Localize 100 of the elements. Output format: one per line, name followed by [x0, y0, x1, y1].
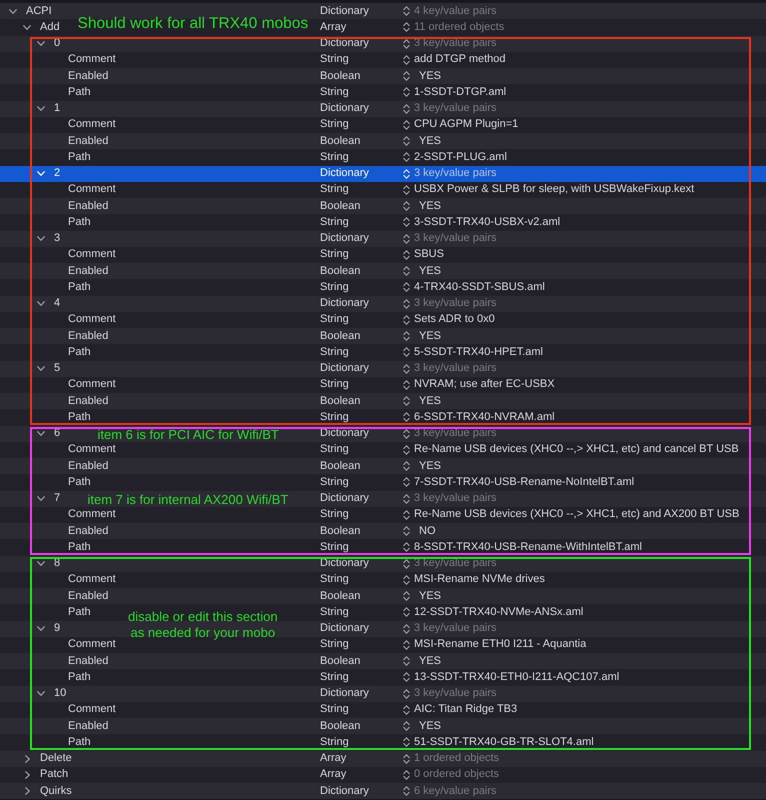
- stepper-icon[interactable]: [403, 607, 410, 618]
- tree-row[interactable]: [0, 474, 766, 490]
- stepper-icon[interactable]: [403, 380, 410, 390]
- tree-row[interactable]: [0, 588, 766, 604]
- stepper-icon[interactable]: [403, 104, 410, 114]
- value-text: 4-TRX40-SSDT-SBUS.aml: [414, 282, 545, 293]
- value-text: 6 key/value pairs: [414, 786, 497, 797]
- chevron-down-icon[interactable]: [37, 301, 45, 306]
- chevron-down-icon[interactable]: [37, 496, 45, 502]
- tree-row[interactable]: [0, 393, 766, 410]
- stepper-icon[interactable]: [403, 656, 410, 666]
- tree-row[interactable]: [0, 328, 766, 344]
- tree-row[interactable]: [0, 458, 766, 474]
- chevron-down-icon[interactable]: [37, 236, 45, 242]
- tree-row[interactable]: [0, 68, 766, 84]
- stepper-icon[interactable]: [403, 54, 410, 65]
- tree-row[interactable]: [0, 84, 766, 100]
- stepper-icon[interactable]: [403, 477, 410, 488]
- value-text: YES: [418, 330, 442, 342]
- tree-row[interactable]: [0, 149, 766, 166]
- tree-row[interactable]: [0, 263, 766, 280]
- stepper-icon[interactable]: [403, 688, 410, 699]
- tree-row[interactable]: [0, 718, 766, 734]
- stepper-icon[interactable]: [403, 120, 410, 130]
- chevron-down-icon[interactable]: [37, 691, 45, 696]
- stepper-icon[interactable]: [403, 266, 410, 276]
- chevron-down-icon[interactable]: [9, 8, 17, 14]
- stepper-icon[interactable]: [403, 786, 410, 796]
- tree-row[interactable]: [0, 490, 766, 507]
- stepper-icon[interactable]: [403, 184, 410, 195]
- chevron-down-icon[interactable]: [37, 561, 45, 566]
- chevron-down-icon[interactable]: [37, 626, 45, 632]
- chevron-right-icon[interactable]: [25, 787, 30, 796]
- stepper-icon[interactable]: [403, 704, 410, 715]
- tree-row[interactable]: [0, 523, 766, 540]
- stepper-icon[interactable]: [403, 624, 410, 634]
- stepper-icon[interactable]: [403, 234, 410, 244]
- tree-row[interactable]: [0, 702, 766, 718]
- tree-row[interactable]: [0, 604, 766, 620]
- tree-row[interactable]: [0, 506, 766, 523]
- stepper-icon[interactable]: [403, 542, 410, 552]
- stepper-icon[interactable]: [403, 510, 410, 520]
- tree-row[interactable]: [0, 442, 766, 458]
- stepper-icon[interactable]: [403, 152, 410, 162]
- stepper-icon[interactable]: [403, 331, 410, 342]
- stepper-icon[interactable]: [403, 87, 410, 98]
- tree-row[interactable]: [0, 246, 766, 263]
- stepper-icon[interactable]: [403, 217, 410, 228]
- stepper-icon[interactable]: [403, 6, 410, 16]
- stepper-icon[interactable]: [403, 38, 410, 49]
- stepper-icon[interactable]: [403, 298, 410, 309]
- key-label: Comment: [68, 444, 116, 456]
- stepper-icon[interactable]: [403, 737, 410, 748]
- tree-row[interactable]: [0, 376, 766, 393]
- stepper-icon[interactable]: [403, 640, 410, 650]
- stepper-icon[interactable]: [403, 250, 410, 260]
- tree-row[interactable]: [0, 198, 766, 214]
- tree-row[interactable]: [0, 572, 766, 588]
- tree-row[interactable]: [0, 214, 766, 230]
- stepper-icon[interactable]: [403, 574, 410, 585]
- chevron-down-icon[interactable]: [37, 41, 45, 46]
- tree-row[interactable]: [0, 133, 766, 150]
- type-label: Boolean: [320, 264, 360, 277]
- chevron-right-icon[interactable]: [25, 754, 30, 763]
- stepper-icon[interactable]: [403, 71, 410, 82]
- stepper-icon[interactable]: [403, 591, 410, 602]
- stepper-icon[interactable]: [403, 526, 410, 536]
- stepper-icon[interactable]: [403, 428, 410, 439]
- value-text: 3 key/value pairs: [414, 233, 497, 244]
- stepper-icon[interactable]: [403, 282, 410, 292]
- key-label: Path: [68, 282, 91, 293]
- chevron-down-icon[interactable]: [37, 366, 45, 372]
- stepper-icon[interactable]: [403, 444, 410, 455]
- stepper-icon[interactable]: [403, 396, 410, 406]
- stepper-icon[interactable]: [403, 347, 410, 358]
- tree-row[interactable]: [0, 52, 766, 68]
- stepper-icon[interactable]: [403, 461, 410, 472]
- chevron-right-icon[interactable]: [25, 770, 30, 779]
- stepper-icon[interactable]: [403, 770, 410, 780]
- stepper-icon[interactable]: [403, 754, 410, 764]
- tree-row[interactable]: [0, 653, 766, 670]
- tree-row[interactable]: [0, 669, 766, 686]
- chevron-down-icon[interactable]: [37, 106, 45, 112]
- tree-row[interactable]: [0, 279, 766, 296]
- stepper-icon[interactable]: [403, 558, 410, 569]
- stepper-icon[interactable]: [403, 314, 410, 325]
- stepper-icon[interactable]: [403, 364, 410, 374]
- chevron-down-icon[interactable]: [37, 431, 45, 436]
- stepper-icon[interactable]: [403, 721, 410, 732]
- stepper-icon[interactable]: [403, 201, 410, 212]
- tree-row[interactable]: [0, 312, 766, 328]
- stepper-icon[interactable]: [403, 672, 410, 682]
- stepper-icon[interactable]: [403, 412, 410, 422]
- stepper-icon[interactable]: [403, 136, 410, 146]
- stepper-icon[interactable]: [403, 22, 410, 32]
- stepper-icon[interactable]: [403, 494, 410, 504]
- tree-row[interactable]: [0, 182, 766, 198]
- tree-row[interactable]: [0, 116, 766, 133]
- chevron-down-icon[interactable]: [23, 24, 31, 30]
- tree-row[interactable]: [0, 344, 766, 360]
